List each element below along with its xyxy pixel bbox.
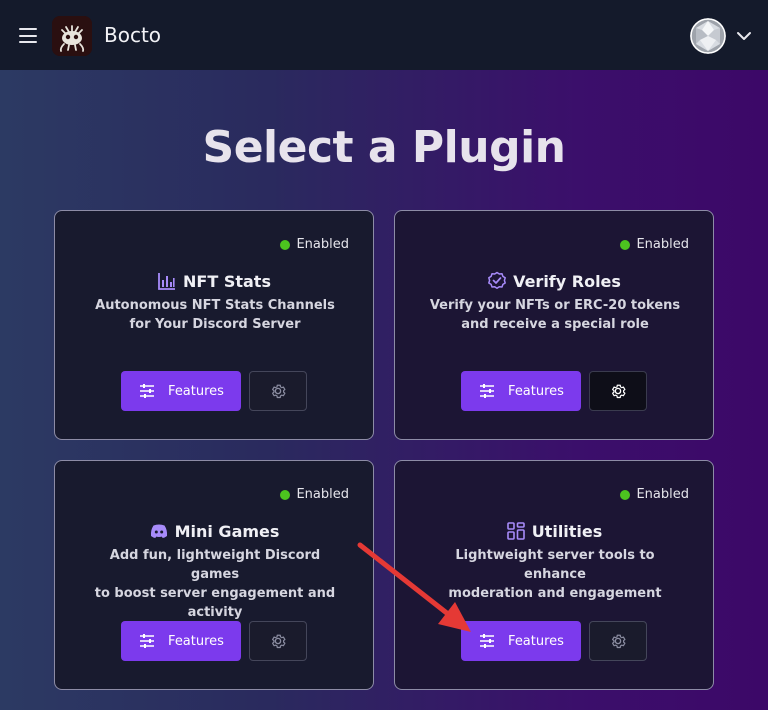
plugin-title-label: Mini Games [174,521,280,541]
settings-button[interactable] [589,621,647,661]
description-line: Add fun, lightweight Discord games [109,548,321,582]
features-button[interactable]: Features [461,621,581,661]
features-button-label: Features [168,633,224,649]
gear-icon [612,634,626,649]
sliders-icon [140,384,155,398]
features-button-label: Features [168,383,224,399]
brand-name[interactable]: Bocto [104,23,161,47]
plugin-card-verify-roles: Enabled Verify Roles Verify your NFTs or… [394,210,714,440]
status-badge: Enabled [620,237,689,252]
plugin-card-mini-games: Enabled Mini Games Add fun, lightweight … [54,460,374,690]
settings-button[interactable] [589,371,647,411]
status-badge: Enabled [620,487,689,502]
bocto-logo[interactable] [52,16,92,56]
settings-button[interactable] [249,371,307,411]
features-button-label: Features [508,383,564,399]
description-line: moderation and engagement [448,586,662,601]
plugin-title: Mini Games [55,521,373,541]
sliders-icon [480,384,495,398]
plugin-description: Autonomous NFT Stats Channels for Your D… [85,296,345,334]
status-dot [280,489,291,500]
status-dot [620,239,631,250]
description-line: Verify your NFTs or ERC-20 tokens [429,298,681,313]
status-dot [620,489,631,500]
user-avatar[interactable] [690,18,726,54]
status-label: Enabled [296,487,349,502]
status-dot [280,239,291,250]
gear-icon [272,634,286,649]
plugin-card-nft-stats: Enabled NFT Stats Autonomous NFT Stats C… [54,210,374,440]
features-button[interactable]: Features [461,371,581,411]
features-button[interactable]: Features [121,621,241,661]
plugin-description: Lightweight server tools to enhance mode… [425,546,685,603]
plugin-title: Utilities [395,521,713,541]
plugin-title: NFT Stats [55,271,373,291]
sliders-icon [140,634,155,648]
status-label: Enabled [636,487,689,502]
status-badge: Enabled [280,487,349,502]
plugin-title-label: Verify Roles [513,271,621,291]
plugin-description: Add fun, lightweight Discord games to bo… [85,546,345,622]
description-line: and receive a special role [461,317,649,332]
bar-chart-icon [158,273,176,290]
status-badge: Enabled [280,237,349,252]
description-line: for Your Discord Server [129,317,301,332]
status-label: Enabled [636,237,689,252]
hamburger-menu-icon[interactable] [19,28,37,43]
chevron-down-icon[interactable] [735,27,753,45]
plugin-title-label: NFT Stats [183,271,271,291]
settings-button[interactable] [249,621,307,661]
page-title: Select a Plugin [202,122,566,173]
gear-icon [612,384,626,399]
top-bar: Bocto [0,0,768,70]
gear-icon [272,384,286,399]
sliders-icon [480,634,495,648]
description-line: activity [187,605,243,620]
status-label: Enabled [296,237,349,252]
plugin-title: Verify Roles [395,271,713,291]
discord-icon [150,524,167,538]
plugin-description: Verify your NFTs or ERC-20 tokens and re… [425,296,685,334]
description-line: to boost server engagement and [94,586,336,601]
features-button[interactable]: Features [121,371,241,411]
features-button-label: Features [508,633,564,649]
check-badge-icon [488,271,507,290]
plugin-card-utilities: Enabled Utilities Lightweight server too… [394,460,714,690]
grid-icon [506,522,525,540]
description-line: Lightweight server tools to enhance [455,548,655,582]
description-line: Autonomous NFT Stats Channels [95,298,335,313]
plugin-title-label: Utilities [531,521,603,541]
